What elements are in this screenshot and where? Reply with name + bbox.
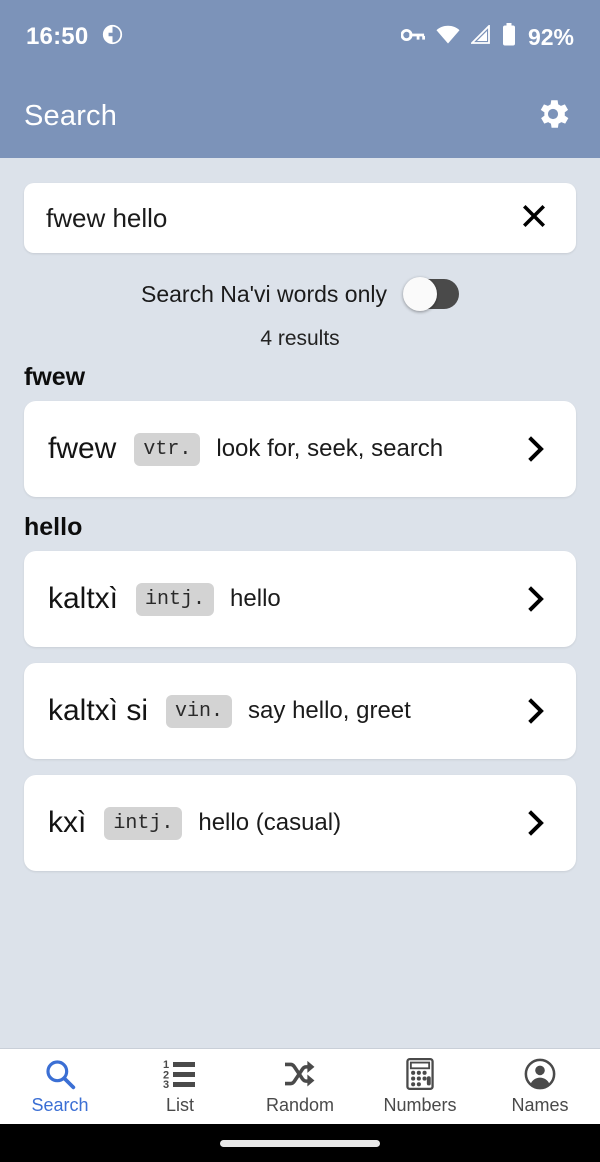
page-title: Search: [24, 99, 118, 132]
phone-screen: 16:50 92% Search fwew hello Search Na'vi…: [0, 0, 600, 1162]
home-gesture-pill[interactable]: [220, 1139, 380, 1147]
clear-search-button[interactable]: [514, 198, 554, 238]
chevron-right-icon[interactable]: [520, 434, 554, 464]
entry-definition: hello (casual): [198, 809, 342, 836]
chevron-right-icon[interactable]: [520, 696, 554, 726]
result-card[interactable]: kaltxì si vin. say hello, greet: [24, 663, 576, 759]
gesture-navigation-bar: [0, 1124, 600, 1162]
numbered-list-icon: 1 2 3: [163, 1057, 197, 1091]
entry-navi-word: kxì: [48, 806, 87, 839]
status-bar-right: 92%: [400, 23, 574, 51]
search-icon: [44, 1057, 76, 1091]
result-group: hello kaltxì intj. hello kaltxì si vin. …: [0, 513, 600, 871]
nav-label-random: Random: [265, 1095, 335, 1115]
entry-definition: say hello, greet: [248, 697, 411, 724]
search-bar[interactable]: [24, 183, 576, 253]
nav-label-names: Names: [511, 1095, 569, 1115]
close-x-icon: [519, 201, 549, 236]
chevron-right-icon[interactable]: [520, 584, 554, 614]
navi-only-filter-row[interactable]: Search Na'vi words only: [0, 277, 600, 311]
chevron-right-icon[interactable]: [520, 808, 554, 838]
result-card[interactable]: fwew vtr. look for, seek, search: [24, 401, 576, 497]
nav-label-numbers: Numbers: [383, 1095, 457, 1115]
result-card[interactable]: kxì intj. hello (casual): [24, 775, 576, 871]
group-heading: fwew: [24, 363, 86, 391]
navi-only-toggle[interactable]: [403, 277, 459, 311]
nav-item-random[interactable]: Random: [240, 1049, 360, 1124]
entry-part-of-speech-badge: intj.: [136, 582, 215, 616]
vpn-key-icon: [400, 27, 425, 48]
svg-text:3: 3: [163, 1079, 169, 1089]
results-count-label: 4 results: [260, 327, 340, 350]
nav-item-numbers[interactable]: Numbers: [360, 1049, 480, 1124]
battery-icon: [502, 23, 516, 51]
status-bar-left: 16:50: [26, 23, 123, 51]
entry-part-of-speech-badge: intj.: [104, 806, 183, 840]
entry-navi-word: kaltxì si: [48, 694, 149, 727]
do-not-disturb-icon: [102, 24, 123, 50]
nav-label-list: List: [165, 1095, 194, 1115]
status-bar: 16:50 92%: [0, 0, 600, 74]
entry-navi-word: kaltxì: [48, 582, 119, 615]
app-bar: Search: [0, 74, 600, 158]
bottom-navigation: Search 1 2 3 List Random Numbers Names: [0, 1048, 600, 1124]
group-heading: hello: [24, 513, 83, 541]
main-content: Search Na'vi words only 4 results fwew f…: [0, 158, 600, 1048]
toggle-knob: [403, 277, 437, 311]
calculator-icon: [405, 1057, 435, 1091]
nav-item-search[interactable]: Search: [0, 1049, 120, 1124]
result-group: fwew fwew vtr. look for, seek, search: [0, 363, 600, 497]
battery-percent-label: 92%: [527, 23, 574, 50]
nav-item-list[interactable]: 1 2 3 List: [120, 1049, 240, 1124]
nav-label-search: Search: [31, 1095, 89, 1115]
entry-definition: hello: [230, 585, 281, 612]
person-circle-icon: [524, 1057, 556, 1091]
shuffle-icon: [283, 1057, 317, 1091]
nav-item-names[interactable]: Names: [480, 1049, 600, 1124]
gear-icon: [534, 95, 572, 138]
result-card[interactable]: kaltxì intj. hello: [24, 551, 576, 647]
entry-definition: look for, seek, search: [216, 435, 444, 462]
wifi-icon: [436, 25, 460, 49]
status-bar-clock: 16:50: [26, 23, 89, 50]
entry-navi-word: fwew: [48, 432, 117, 465]
search-input[interactable]: [46, 202, 514, 234]
entry-part-of-speech-badge: vtr.: [134, 432, 201, 466]
settings-button[interactable]: [530, 93, 576, 139]
cellular-signal-icon: [469, 23, 491, 49]
entry-part-of-speech-badge: vin.: [166, 694, 233, 728]
navi-only-filter-label: Search Na'vi words only: [141, 280, 387, 307]
